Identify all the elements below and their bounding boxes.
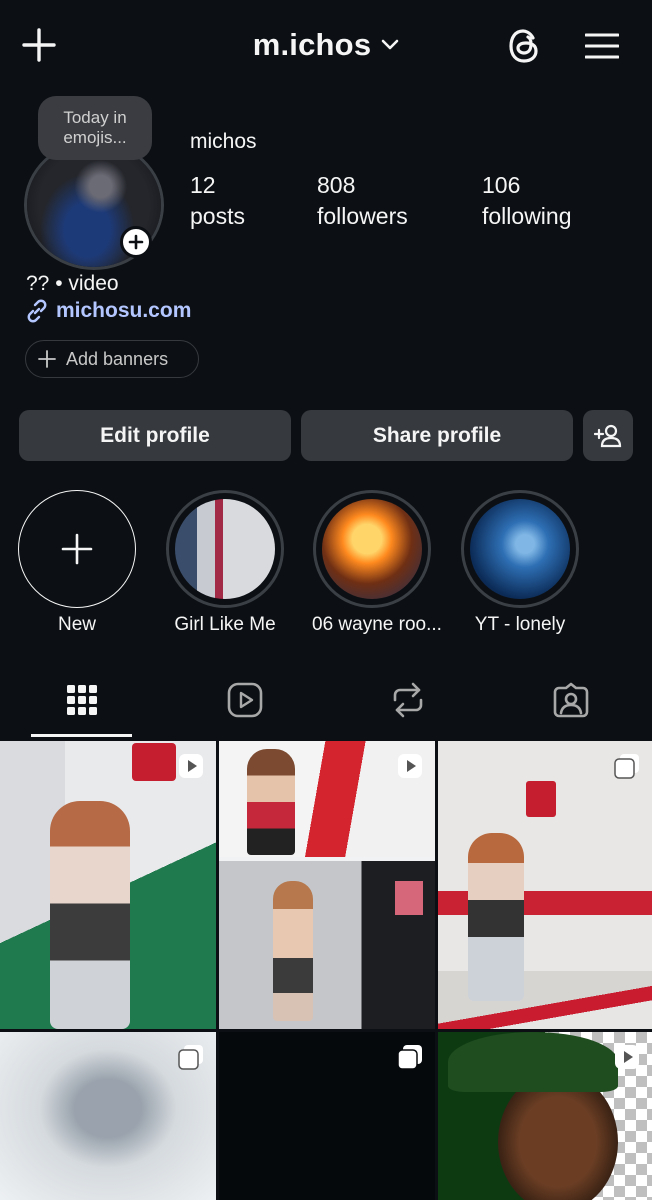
highlight-cover-image	[322, 499, 422, 599]
highlight-wayne[interactable]: 06 wayne roo...	[312, 490, 442, 636]
followers-stat[interactable]: 808 followers	[317, 170, 408, 232]
highlight-label: New	[57, 614, 96, 635]
display-name: michos	[190, 130, 257, 153]
posts-count: 12	[190, 172, 216, 198]
link-text: michosu.com	[56, 299, 192, 322]
note-text-line1: Today in	[63, 108, 127, 127]
reel-icon	[615, 1045, 639, 1069]
grid-post[interactable]	[0, 741, 216, 1029]
new-highlight-circle	[18, 490, 136, 608]
followers-count: 808	[317, 172, 356, 198]
share-profile-button[interactable]: Share profile	[301, 410, 573, 461]
posts-grid	[0, 741, 652, 1200]
highlight-cover-image	[470, 499, 570, 599]
discover-people-button[interactable]	[583, 410, 633, 461]
edit-profile-button[interactable]: Edit profile	[19, 410, 291, 461]
grid-post[interactable]	[219, 741, 435, 1029]
plus-icon	[38, 350, 56, 368]
bio-text: ?? • video	[26, 272, 119, 295]
link-icon	[27, 299, 47, 323]
add-person-icon	[594, 424, 622, 447]
plus-icon	[61, 533, 93, 565]
active-tab-indicator	[31, 734, 132, 737]
reel-icon	[179, 754, 203, 778]
following-label: following	[482, 203, 572, 229]
carousel-icon	[397, 1045, 422, 1070]
highlight-yt-lonely[interactable]: YT - lonely	[460, 490, 580, 636]
threads-icon	[509, 29, 538, 63]
add-banners-label: Add banners	[66, 348, 169, 369]
post-image-figure	[247, 749, 295, 855]
tab-posts-grid[interactable]	[0, 662, 163, 738]
threads-button[interactable]	[502, 24, 546, 68]
post-image-detail	[526, 781, 556, 817]
tab-tagged[interactable]	[489, 662, 652, 738]
post-image-detail	[132, 743, 176, 781]
grid-post[interactable]	[0, 1032, 216, 1200]
highlight-ring	[166, 490, 284, 608]
post-image-figure	[273, 881, 313, 1021]
highlight-new[interactable]: New	[17, 490, 137, 636]
reels-icon	[227, 682, 262, 718]
tab-reels[interactable]	[163, 662, 326, 738]
note-bubble[interactable]: Today in emojis...	[38, 96, 152, 160]
posts-label: posts	[190, 203, 245, 229]
highlight-label: Girl Like Me	[174, 614, 276, 635]
grid-post[interactable]	[438, 1032, 652, 1200]
following-stat[interactable]: 106 following	[482, 170, 572, 232]
menu-button[interactable]	[580, 24, 624, 68]
highlight-girl-like-me[interactable]: Girl Like Me	[165, 490, 285, 636]
chevron-down-icon	[381, 39, 399, 50]
add-story-button[interactable]	[120, 226, 152, 258]
reel-icon	[398, 754, 422, 778]
highlight-ring	[461, 490, 579, 608]
reposts-icon	[393, 682, 422, 718]
carousel-icon	[614, 754, 639, 779]
grid-post[interactable]	[219, 1032, 435, 1200]
post-image-detail	[395, 881, 423, 915]
highlight-ring	[313, 490, 431, 608]
following-count: 106	[482, 172, 521, 198]
followers-label: followers	[317, 203, 408, 229]
profile-link[interactable]: michosu.com	[24, 298, 191, 324]
account-switcher[interactable]: m.ichos	[0, 24, 652, 66]
add-banners-button[interactable]: Add banners	[25, 340, 199, 378]
hamburger-menu-icon	[585, 33, 619, 59]
post-image-figure	[468, 833, 524, 1001]
note-text-line2: emojis...	[63, 128, 127, 147]
highlight-label: 06 wayne roo...	[312, 614, 442, 635]
post-image-figure	[50, 801, 130, 1029]
carousel-icon	[178, 1045, 203, 1070]
tagged-icon	[553, 682, 588, 718]
grid-post[interactable]	[438, 741, 652, 1029]
highlight-label: YT - lonely	[474, 614, 566, 635]
plus-icon	[128, 234, 144, 250]
posts-stat[interactable]: 12 posts	[190, 170, 245, 232]
tab-reposts[interactable]	[326, 662, 489, 738]
top-bar: m.ichos	[0, 0, 652, 92]
username: m.ichos	[252, 27, 372, 62]
post-image-detail	[448, 1032, 618, 1092]
grid-icon	[66, 685, 97, 715]
highlight-cover-image	[175, 499, 275, 599]
